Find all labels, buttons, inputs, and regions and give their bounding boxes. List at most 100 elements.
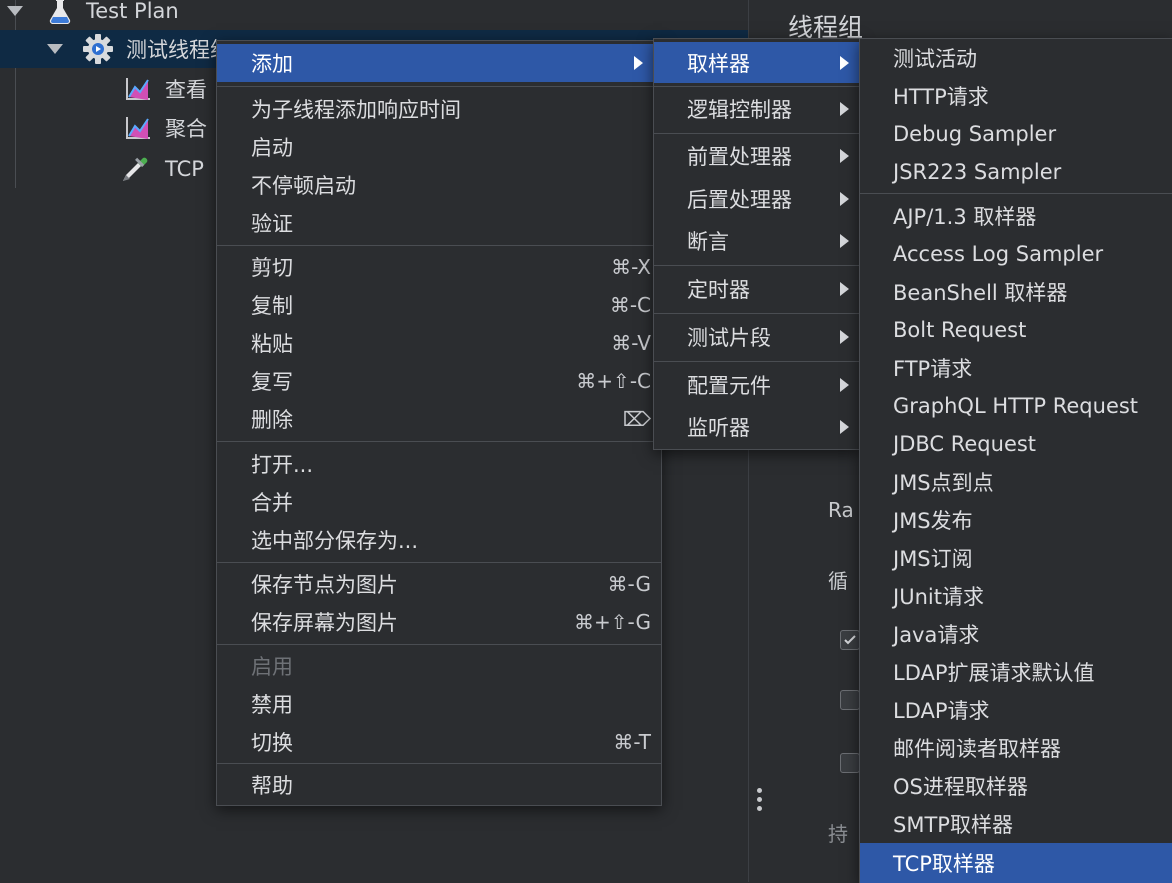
menu-item-smtp-sampler[interactable]: SMTP取样器	[860, 805, 1172, 843]
menu-item-label: 切换	[251, 731, 293, 755]
menu-item-label: 合并	[251, 491, 293, 515]
menu-item-disable[interactable]: 禁用	[217, 685, 661, 723]
menu-item-label: 配置元件	[687, 374, 771, 398]
menu-item-junit-request[interactable]: JUnit请求	[860, 577, 1172, 615]
menu-item-test-fragment[interactable]: 测试片段	[654, 318, 859, 356]
submenu-arrow-icon	[840, 420, 849, 434]
shortcut-label: ⌘-V	[611, 331, 651, 355]
menu-item-label: 启动	[251, 136, 293, 160]
tree-node-test-plan[interactable]: Test Plan	[0, 0, 748, 30]
menu-item-debug-sampler[interactable]: Debug Sampler	[860, 115, 1172, 153]
menu-item-post-processors[interactable]: 后置处理器	[654, 180, 859, 218]
menu-item-save-node-as-image[interactable]: 保存节点为图片 ⌘-G	[217, 565, 661, 603]
menu-item-jms-point-to-point[interactable]: JMS点到点	[860, 463, 1172, 501]
menu-item-merge[interactable]: 合并	[217, 483, 661, 521]
ramp-up-label: Ra	[828, 498, 854, 522]
tree-node-label: TCP	[165, 157, 204, 181]
menu-item-listener[interactable]: 监听器	[654, 408, 859, 446]
menu-item-assertions[interactable]: 断言	[654, 222, 859, 260]
menu-item-timer[interactable]: 定时器	[654, 270, 859, 308]
menu-item-label: 取样器	[687, 51, 750, 76]
menu-item-label: JMS订阅	[893, 547, 973, 571]
menu-item-add-think-times[interactable]: 为子线程添加响应时间	[217, 90, 661, 128]
menu-item-label: HTTP请求	[893, 85, 989, 109]
menu-item-copy[interactable]: 复制 ⌘-C	[217, 286, 661, 324]
menu-item-delete[interactable]: 删除 ⌦	[217, 400, 661, 438]
listener-chart-icon	[121, 73, 153, 105]
menu-item-ldap-request[interactable]: LDAP请求	[860, 691, 1172, 729]
menu-item-mail-reader-sampler[interactable]: 邮件阅读者取样器	[860, 729, 1172, 767]
splitter-grip-icon	[757, 788, 762, 793]
menu-item-config-element[interactable]: 配置元件	[654, 366, 859, 404]
submenu-arrow-icon	[634, 56, 643, 70]
menu-item-http-request[interactable]: HTTP请求	[860, 77, 1172, 115]
menu-item-validate[interactable]: 验证	[217, 204, 661, 242]
splitter-grip-icon	[757, 806, 762, 811]
shortcut-label: ⌘-X	[611, 255, 651, 279]
menu-item-label: 为子线程添加响应时间	[251, 98, 461, 122]
tree-node-label: 查看	[165, 78, 207, 102]
submenu-arrow-icon	[840, 330, 849, 344]
menu-item-label: GraphQL HTTP Request	[893, 394, 1139, 418]
menu-item-enable: 启用	[217, 647, 661, 685]
menu-item-paste[interactable]: 粘贴 ⌘-V	[217, 324, 661, 362]
menu-item-graphql-http-request[interactable]: GraphQL HTTP Request	[860, 387, 1172, 425]
menu-item-open[interactable]: 打开...	[217, 445, 661, 483]
menu-item-bolt-request[interactable]: Bolt Request	[860, 311, 1172, 349]
checkbox-checked[interactable]	[840, 630, 860, 650]
menu-separator	[654, 86, 859, 87]
menu-item-jms-subscriber[interactable]: JMS订阅	[860, 539, 1172, 577]
menu-item-ajp-sampler[interactable]: AJP/1.3 取样器	[860, 197, 1172, 235]
menu-item-ldap-extended-request-defaults[interactable]: LDAP扩展请求默认值	[860, 653, 1172, 691]
menu-separator	[860, 193, 1172, 194]
duration-label: 持	[828, 822, 848, 846]
menu-item-label: 监听器	[687, 416, 750, 440]
menu-item-duplicate[interactable]: 复写 ⌘+⇧-C	[217, 362, 661, 400]
menu-item-help[interactable]: 帮助	[217, 766, 661, 804]
shortcut-label: ⌘-C	[609, 293, 651, 317]
menu-item-label: Bolt Request	[893, 318, 1027, 342]
menu-item-jsr223-sampler[interactable]: JSR223 Sampler	[860, 153, 1172, 191]
menu-item-jms-publisher[interactable]: JMS发布	[860, 501, 1172, 539]
menu-item-label: 逻辑控制器	[687, 98, 792, 122]
checkbox[interactable]	[840, 753, 860, 773]
shortcut-label: ⌘-G	[607, 572, 651, 596]
menu-item-logic-controller[interactable]: 逻辑控制器	[654, 90, 859, 128]
menu-item-tcp-sampler[interactable]: TCP取样器	[860, 843, 1172, 883]
expand-arrow-icon[interactable]	[7, 6, 23, 16]
menu-item-toggle[interactable]: 切换 ⌘-T	[217, 723, 661, 761]
menu-item-label: 测试片段	[687, 326, 771, 350]
pipette-icon	[120, 152, 152, 184]
menu-item-label: JMS发布	[893, 509, 973, 533]
menu-separator	[654, 265, 859, 266]
menu-item-beanshell-sampler[interactable]: BeanShell 取样器	[860, 273, 1172, 311]
menu-item-add[interactable]: 添加	[217, 44, 661, 82]
menu-item-label: OS进程取样器	[893, 775, 1028, 799]
menu-separator	[217, 644, 661, 645]
menu-item-label: LDAP扩展请求默认值	[893, 661, 1095, 685]
menu-item-ftp-request[interactable]: FTP请求	[860, 349, 1172, 387]
menu-item-test-action[interactable]: 测试活动	[860, 39, 1172, 77]
menu-item-pre-processors[interactable]: 前置处理器	[654, 137, 859, 175]
menu-item-cut[interactable]: 剪切 ⌘-X	[217, 248, 661, 286]
menu-item-label: 前置处理器	[687, 145, 792, 169]
menu-separator	[217, 86, 661, 87]
menu-item-sampler[interactable]: 取样器	[654, 42, 859, 83]
menu-item-jdbc-request[interactable]: JDBC Request	[860, 425, 1172, 463]
context-menu: 添加 为子线程添加响应时间 启动 不停顿启动 验证 剪切 ⌘-X 复制 ⌘-C …	[216, 40, 662, 806]
menu-item-access-log-sampler[interactable]: Access Log Sampler	[860, 235, 1172, 273]
menu-item-start-no-pauses[interactable]: 不停顿启动	[217, 166, 661, 204]
menu-item-label: 粘贴	[251, 332, 293, 356]
menu-separator	[654, 313, 859, 314]
menu-item-save-selection-as[interactable]: 选中部分保存为...	[217, 521, 661, 559]
expand-arrow-icon[interactable]	[47, 44, 63, 54]
menu-item-label: Access Log Sampler	[893, 242, 1104, 266]
menu-item-label: FTP请求	[893, 357, 973, 381]
menu-item-label: 验证	[251, 212, 293, 236]
menu-item-start[interactable]: 启动	[217, 128, 661, 166]
menu-item-label: 帮助	[251, 774, 293, 798]
checkbox[interactable]	[840, 690, 860, 710]
menu-item-java-request[interactable]: Java请求	[860, 615, 1172, 653]
menu-item-os-process-sampler[interactable]: OS进程取样器	[860, 767, 1172, 805]
menu-item-save-screen-as-image[interactable]: 保存屏幕为图片 ⌘+⇧-G	[217, 603, 661, 641]
